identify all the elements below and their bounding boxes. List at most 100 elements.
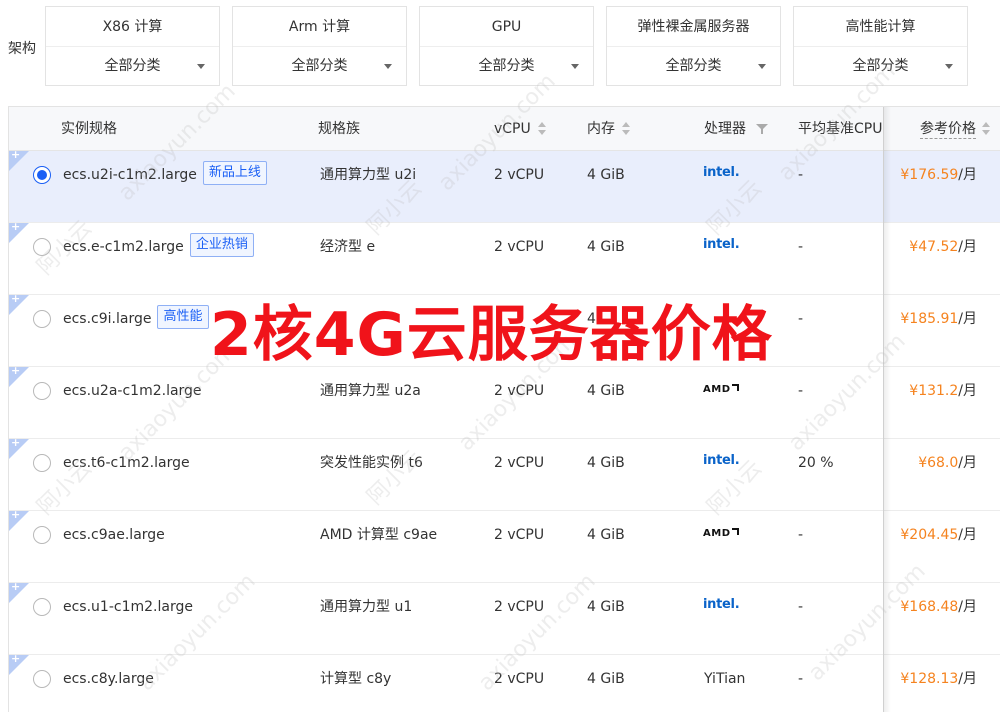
memory-cell: 4 GiB <box>587 455 625 471</box>
vcpu-cell: 2 vCPU <box>494 671 545 687</box>
header-baseline-cpu: 平均基准CPU <box>798 121 883 137</box>
row-radio[interactable] <box>33 238 51 256</box>
price-cell: ¥204.45/月 <box>900 525 977 545</box>
intel-logo-icon: intel. <box>703 453 740 468</box>
plus-icon[interactable]: + <box>11 220 20 233</box>
table-row[interactable]: + ecs.u2i-c1m2.large 新品上线 通用算力型 u2i 2 vCP… <box>9 148 1000 223</box>
memory-cell: 4 GiB <box>587 671 625 687</box>
price-amount: ¥168.48 <box>900 599 959 615</box>
arch-filter-arm[interactable]: Arm 计算 全部分类 <box>232 6 407 86</box>
arch-filter-gpu[interactable]: GPU 全部分类 <box>419 6 594 86</box>
memory-cell: 4 GiB <box>587 239 625 255</box>
sort-icon[interactable] <box>982 122 990 136</box>
arch-filter-bare-metal[interactable]: 弹性裸金属服务器 全部分类 <box>606 6 781 86</box>
memory-cell: 4 GiB <box>587 599 625 615</box>
plus-icon[interactable]: + <box>11 652 20 665</box>
family-cell: 计算型 c8y <box>320 671 392 687</box>
baseline-cell: - <box>798 311 804 327</box>
plus-icon[interactable]: + <box>11 508 20 521</box>
arch-select[interactable]: 全部分类 <box>794 47 967 86</box>
filter-icon[interactable] <box>756 124 768 134</box>
chevron-down-icon <box>571 64 579 69</box>
baseline-cell: - <box>798 239 804 255</box>
overlay-headline: 2核4G云服务器价格 <box>210 300 773 370</box>
row-radio[interactable] <box>33 598 51 616</box>
price-unit: /月 <box>958 311 977 327</box>
price-cell: ¥128.13/月 <box>900 669 977 689</box>
row-radio[interactable] <box>33 454 51 472</box>
arch-select[interactable]: 全部分类 <box>607 47 780 86</box>
price-column-divider <box>883 107 884 712</box>
header-processor: 处理器 <box>704 121 746 137</box>
intel-logo-icon: intel. <box>703 597 740 612</box>
amd-logo-icon: AMD <box>703 384 739 395</box>
arch-title: 高性能计算 <box>794 7 967 47</box>
chevron-down-icon <box>758 64 766 69</box>
row-radio[interactable] <box>33 526 51 544</box>
table-row[interactable]: + ecs.u2a-c1m2.large 通用算力型 u2a 2 vCPU 4 … <box>9 364 1000 439</box>
row-radio[interactable] <box>33 382 51 400</box>
table-row[interactable]: + ecs.c9ae.large AMD 计算型 c9ae 2 vCPU 4 G… <box>9 508 1000 583</box>
price-amount: ¥68.0 <box>918 455 959 471</box>
price-unit: /月 <box>958 455 977 471</box>
row-radio[interactable] <box>33 670 51 688</box>
spec-name: ecs.u2i-c1m2.large <box>63 167 197 183</box>
table-row[interactable]: + ecs.c8y.large 计算型 c8y 2 vCPU 4 GiB YiT… <box>9 652 1000 712</box>
spec-cell: ecs.t6-c1m2.large <box>63 455 190 471</box>
family-cell: 通用算力型 u2a <box>320 383 421 399</box>
arch-filter-hpc[interactable]: 高性能计算 全部分类 <box>793 6 968 86</box>
price-amount: ¥176.59 <box>900 167 959 183</box>
spec-cell: ecs.u1-c1m2.large <box>63 599 193 615</box>
spec-cell: ecs.c9ae.large <box>63 527 165 543</box>
plus-icon[interactable]: + <box>11 148 20 161</box>
chevron-down-icon <box>945 64 953 69</box>
badge-new: 新品上线 <box>202 161 267 185</box>
header-price: 参考价格 <box>920 107 976 151</box>
sort-icon[interactable] <box>622 122 630 136</box>
price-amount: ¥131.2 <box>909 383 959 399</box>
arch-select[interactable]: 全部分类 <box>46 47 219 86</box>
row-radio[interactable] <box>33 166 51 184</box>
plus-icon[interactable]: + <box>11 436 20 449</box>
family-cell: 通用算力型 u2i <box>320 167 417 183</box>
price-amount: ¥47.52 <box>909 239 959 255</box>
price-amount: ¥204.45 <box>900 527 959 543</box>
instance-table: 实例规格 规格族 vCPU 内存 处理器 平均基准CPU 参考价格 + ecs.… <box>8 106 1000 712</box>
price-cell: ¥176.59/月 <box>900 165 977 185</box>
price-unit: /月 <box>958 239 977 255</box>
family-cell: 经济型 e <box>320 239 376 255</box>
header-vcpu[interactable]: vCPU <box>494 107 531 151</box>
price-cell: ¥68.0/月 <box>918 453 977 473</box>
arch-select[interactable]: 全部分类 <box>420 47 593 86</box>
architecture-label: 架构 <box>8 41 36 57</box>
spec-name: ecs.e-c1m2.large <box>63 239 184 255</box>
vcpu-cell: 2 vCPU <box>494 239 545 255</box>
amd-logo-icon: AMD <box>703 528 739 539</box>
plus-icon[interactable]: + <box>11 580 20 593</box>
header-memory[interactable]: 内存 <box>587 107 615 151</box>
plus-icon[interactable]: + <box>11 364 20 377</box>
plus-icon[interactable]: + <box>11 292 20 305</box>
spec-cell: ecs.u2a-c1m2.large <box>63 383 202 399</box>
price-amount: ¥128.13 <box>900 671 959 687</box>
baseline-cell: - <box>798 599 804 615</box>
vcpu-cell: 2 vCPU <box>494 599 545 615</box>
vcpu-cell: 2 vCPU <box>494 455 545 471</box>
price-unit: /月 <box>958 599 977 615</box>
table-row[interactable]: + ecs.t6-c1m2.large 突发性能实例 t6 2 vCPU 4 G… <box>9 436 1000 511</box>
price-cell: ¥47.52/月 <box>909 237 977 257</box>
price-unit: /月 <box>958 167 977 183</box>
table-row[interactable]: + ecs.u1-c1m2.large 通用算力型 u1 2 vCPU 4 Gi… <box>9 580 1000 655</box>
table-header: 实例规格 规格族 vCPU 内存 处理器 平均基准CPU 参考价格 <box>9 107 1000 151</box>
price-unit: /月 <box>958 671 977 687</box>
processor-cell: YiTian <box>704 671 746 687</box>
table-row[interactable]: + ecs.e-c1m2.large 企业热销 经济型 e 2 vCPU 4 Gi… <box>9 220 1000 295</box>
row-radio[interactable] <box>33 310 51 328</box>
arch-select[interactable]: 全部分类 <box>233 47 406 86</box>
baseline-cell: - <box>798 167 804 183</box>
spec-cell: ecs.c8y.large <box>63 671 154 687</box>
spec-cell: ecs.u2i-c1m2.large 新品上线 <box>63 161 267 187</box>
sort-icon[interactable] <box>538 122 546 136</box>
intel-logo-icon: intel. <box>703 237 740 252</box>
arch-filter-x86[interactable]: X86 计算 全部分类 <box>45 6 220 86</box>
